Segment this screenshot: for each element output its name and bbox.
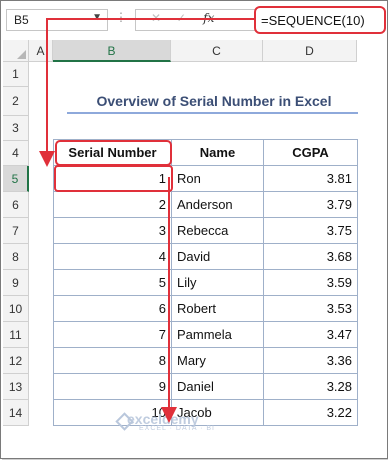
annotation-arrows (39, 18, 254, 423)
formula-pointer-arrow (39, 18, 254, 167)
spreadsheet-window: B5 ▼ ⋮ ✕ ✓ fx =SEQUENCE(10) A B C D 1 2 3 … (0, 0, 388, 459)
